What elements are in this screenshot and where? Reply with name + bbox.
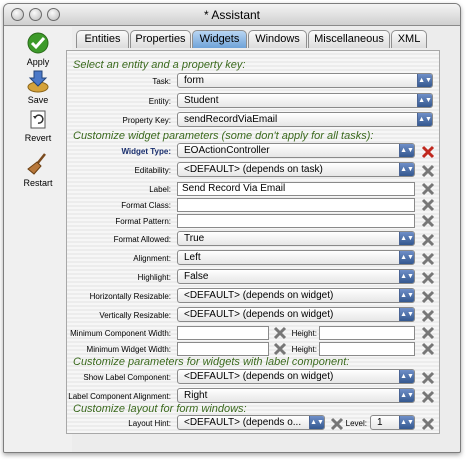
show-label-component-label: Show Label Component: (83, 373, 171, 382)
chevron-down-icon: ▲▼ (399, 163, 414, 176)
chevron-down-icon: ▲▼ (309, 416, 324, 429)
delete-gray-icon[interactable] (421, 390, 435, 404)
tab-miscellaneous[interactable]: Miscellaneous (308, 30, 390, 48)
delete-gray-icon[interactable] (421, 309, 435, 323)
chevron-down-icon: ▲▼ (417, 113, 432, 126)
section-select-entity: Select an entity and a property key: (73, 59, 246, 71)
delete-gray-icon[interactable] (421, 214, 435, 228)
layout-hint-label: Layout Hint: (128, 419, 171, 428)
assistant-window: * Assistant Apply Save Revert Restart En… (3, 3, 461, 453)
min-widget-width-label: Minimum Widget Width: (86, 345, 171, 354)
entity-label: Entity: (148, 97, 171, 106)
tab-properties[interactable]: Properties (130, 30, 191, 48)
label-label: Label: (149, 185, 171, 194)
delete-gray-icon[interactable] (273, 326, 287, 340)
section-label-component: Customize parameters for widgets with la… (73, 356, 350, 368)
widget-type-popup[interactable]: EOActionController ▲▼ (177, 143, 415, 158)
task-popup[interactable]: form ▲▼ (177, 73, 433, 88)
save-button[interactable]: Save (12, 69, 64, 105)
chevron-down-icon: ▲▼ (399, 416, 414, 429)
tab-windows[interactable]: Windows (248, 30, 307, 48)
chevron-down-icon: ▲▼ (399, 289, 414, 302)
format-allowed-label: Format Allowed: (113, 235, 171, 244)
entity-popup[interactable]: Student ▲▼ (177, 93, 433, 108)
chevron-down-icon: ▲▼ (417, 74, 432, 87)
format-allowed-popup[interactable]: True ▲▼ (177, 231, 415, 246)
revert-icon (30, 110, 46, 129)
broom-icon (27, 153, 46, 175)
delete-gray-icon[interactable] (421, 164, 435, 178)
min-component-width-label: Minimum Component Width: (70, 329, 171, 338)
alignment-popup[interactable]: Left ▲▼ (177, 250, 415, 265)
delete-gray-icon[interactable] (421, 252, 435, 266)
format-pattern-label: Format Pattern: (115, 217, 171, 226)
editability-label: Editability: (134, 166, 171, 175)
widget-type-label: Widget Type: (121, 147, 171, 156)
vertically-resizable-label: Vertically Resizable: (99, 311, 171, 320)
chevron-down-icon: ▲▼ (399, 232, 414, 245)
chevron-down-icon: ▲▼ (399, 270, 414, 283)
show-label-component-popup[interactable]: <DEFAULT> (depends on widget) ▲▼ (177, 369, 415, 384)
chevron-down-icon: ▲▼ (399, 370, 414, 383)
min-widget-width-field[interactable] (177, 342, 269, 356)
delete-gray-icon[interactable] (421, 342, 435, 356)
layout-hint-popup[interactable]: <DEFAULT> (depends o... ▲▼ (177, 415, 325, 430)
property-key-label: Property Key: (122, 116, 171, 125)
delete-gray-icon[interactable] (421, 417, 435, 431)
save-arrow-icon (27, 70, 49, 93)
format-pattern-field[interactable] (177, 214, 415, 228)
tab-xml[interactable]: XML (391, 30, 427, 48)
chevron-down-icon: ▲▼ (399, 389, 414, 402)
delete-gray-icon[interactable] (421, 182, 435, 196)
task-label: Task: (152, 77, 171, 86)
delete-gray-icon[interactable] (421, 290, 435, 304)
apply-button[interactable]: Apply (12, 31, 64, 67)
format-class-label: Format Class: (121, 201, 171, 210)
delete-gray-icon[interactable] (421, 233, 435, 247)
delete-gray-icon[interactable] (421, 198, 435, 212)
delete-gray-icon[interactable] (421, 326, 435, 340)
label-field[interactable]: Send Record Via Email (177, 182, 415, 196)
toolbar: Apply Save Revert Restart (4, 27, 72, 452)
min-component-height-field[interactable] (319, 326, 415, 340)
format-class-field[interactable] (177, 198, 415, 212)
min-widget-height-label: Height: (291, 345, 317, 354)
chevron-down-icon: ▲▼ (417, 94, 432, 107)
window-title: * Assistant (203, 8, 261, 22)
horizontally-resizable-label: Horizontally Resizable: (89, 292, 171, 301)
min-component-width-field[interactable] (177, 326, 269, 340)
min-component-height-label: Height: (291, 329, 317, 338)
editability-popup[interactable]: <DEFAULT> (depends on task) ▲▼ (177, 162, 415, 177)
title-bar: * Assistant (4, 4, 460, 26)
property-key-popup[interactable]: sendRecordViaEmail ▲▼ (177, 112, 433, 127)
chevron-down-icon: ▲▼ (399, 308, 414, 321)
widgets-panel: Select an entity and a property key: Tas… (66, 50, 440, 434)
level-label: Level: (345, 419, 367, 428)
tab-entities[interactable]: Entities (76, 30, 129, 48)
highlight-popup[interactable]: False ▲▼ (177, 269, 415, 284)
horizontally-resizable-popup[interactable]: <DEFAULT> (depends on widget) ▲▼ (177, 288, 415, 303)
highlight-label: Highlight: (137, 273, 171, 282)
label-component-alignment-popup[interactable]: Right ▲▼ (177, 388, 415, 403)
chevron-down-icon: ▲▼ (399, 251, 414, 264)
revert-button[interactable]: Revert (12, 107, 64, 143)
alignment-label: Alignment: (133, 254, 171, 263)
checkmark-icon (27, 32, 49, 54)
section-form-windows: Customize layout for form windows: (73, 403, 247, 415)
section-customize-widget: Customize widget parameters (some don't … (73, 130, 374, 142)
delete-gray-icon[interactable] (273, 342, 287, 356)
delete-gray-icon[interactable] (330, 417, 344, 431)
delete-red-icon[interactable] (421, 145, 435, 159)
vertically-resizable-popup[interactable]: <DEFAULT> (depends on widget) ▲▼ (177, 307, 415, 322)
delete-gray-icon[interactable] (421, 271, 435, 285)
delete-gray-icon[interactable] (421, 371, 435, 385)
level-popup[interactable]: 1 ▲▼ (370, 415, 415, 430)
label-component-alignment-label: Label Component Alignment: (68, 392, 171, 401)
restart-button[interactable]: Restart (12, 152, 64, 188)
tab-widgets[interactable]: Widgets (192, 30, 247, 48)
chevron-down-icon: ▲▼ (399, 144, 414, 157)
min-widget-height-field[interactable] (319, 342, 415, 356)
